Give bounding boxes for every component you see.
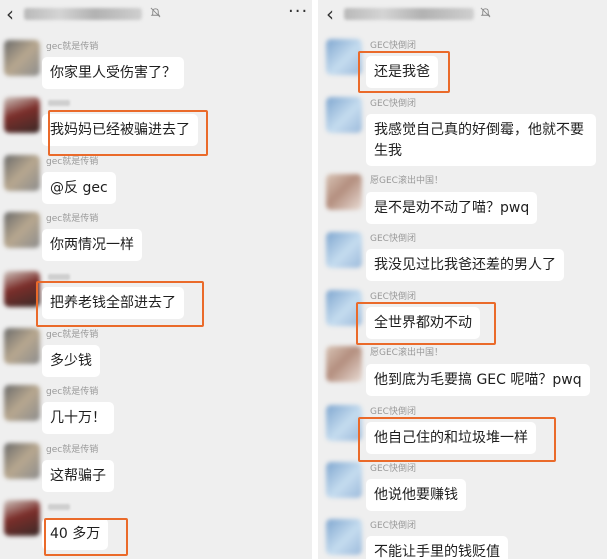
avatar	[326, 462, 362, 498]
avatar	[4, 500, 40, 536]
message-bubble: 他自己住的和垃圾堆一样	[366, 422, 536, 454]
avatar	[326, 290, 362, 326]
message-bubble: 不能让手里的钱贬值	[366, 536, 508, 559]
avatar	[4, 155, 40, 191]
avatar	[326, 519, 362, 555]
avatar	[326, 346, 362, 382]
sender-name	[48, 504, 70, 510]
message-bubble: 40 多万	[42, 518, 109, 550]
avatar	[4, 385, 40, 421]
sender-name: GEC快倒闭	[370, 292, 416, 302]
chat-title	[344, 8, 474, 20]
sender-name: GEC快倒闭	[370, 99, 416, 109]
message-bubble: 全世界都劝不动	[366, 307, 480, 339]
mute-icon	[480, 7, 491, 18]
right-chat-panel: ‹ GEC快倒闭 还是我爸 GEC快倒闭 我感觉自己真的好倒霉，他就不要生我 愿…	[318, 0, 607, 559]
mute-icon	[150, 7, 161, 18]
avatar	[4, 212, 40, 248]
message-bubble: @反 gec	[42, 172, 116, 204]
sender-name: 愿GEC滚出中国！	[370, 348, 443, 358]
message-bubble: 还是我爸	[366, 56, 438, 88]
message-bubble: 把养老钱全部进去了	[42, 287, 184, 319]
avatar	[4, 328, 40, 364]
message-bubble: 他说他要赚钱	[366, 479, 466, 511]
avatar	[4, 443, 40, 479]
sender-name: GEC快倒闭	[370, 521, 416, 531]
left-chat-header: ‹ ···	[0, 0, 312, 30]
back-arrow-icon[interactable]: ‹	[326, 3, 334, 25]
sender-name: gec就是传销	[46, 157, 99, 167]
sender-name: gec就是传销	[46, 214, 99, 224]
sender-name: GEC快倒闭	[370, 407, 416, 417]
message-bubble: 几十万！	[42, 402, 114, 434]
sender-name: gec就是传销	[46, 42, 99, 52]
message-bubble: 他到底为毛要搞 GEC 呢喵？pwq	[366, 364, 590, 396]
sender-name: GEC快倒闭	[370, 41, 416, 51]
sender-name: gec就是传销	[46, 330, 99, 340]
message-bubble: 你家里人受伤害了？	[42, 57, 184, 89]
sender-name: GEC快倒闭	[370, 464, 416, 474]
avatar	[326, 39, 362, 75]
sender-name: gec就是传销	[46, 445, 99, 455]
avatar	[4, 271, 40, 307]
avatar	[326, 232, 362, 268]
avatar	[326, 405, 362, 441]
avatar	[4, 97, 40, 133]
back-arrow-icon[interactable]: ‹	[6, 3, 14, 25]
avatar	[326, 174, 362, 210]
message-bubble: 你两情况一样	[42, 229, 142, 261]
sender-name: 愿GEC滚出中国！	[370, 176, 443, 186]
avatar	[326, 97, 362, 133]
message-bubble: 我没见过比我爸还差的男人了	[366, 249, 564, 281]
chat-title	[24, 8, 142, 20]
message-bubble: 多少钱	[42, 345, 100, 377]
avatar	[4, 40, 40, 76]
message-bubble: 是不是劝不动了喵？pwq	[366, 192, 538, 224]
sender-name: GEC快倒闭	[370, 234, 416, 244]
message-bubble: 我妈妈已经被骗进去了	[42, 114, 198, 146]
more-dots-icon[interactable]: ···	[288, 1, 308, 22]
message-bubble: 这帮骗子	[42, 460, 114, 492]
sender-name: gec就是传销	[46, 387, 99, 397]
left-chat-panel: ‹ ··· gec就是传销 你家里人受伤害了？ 我妈妈已经被骗进去了 gec就是…	[0, 0, 312, 559]
message-bubble: 我感觉自己真的好倒霉，他就不要生我	[366, 114, 596, 166]
sender-name	[48, 100, 70, 106]
right-chat-header: ‹	[318, 0, 607, 30]
sender-name	[48, 274, 70, 280]
